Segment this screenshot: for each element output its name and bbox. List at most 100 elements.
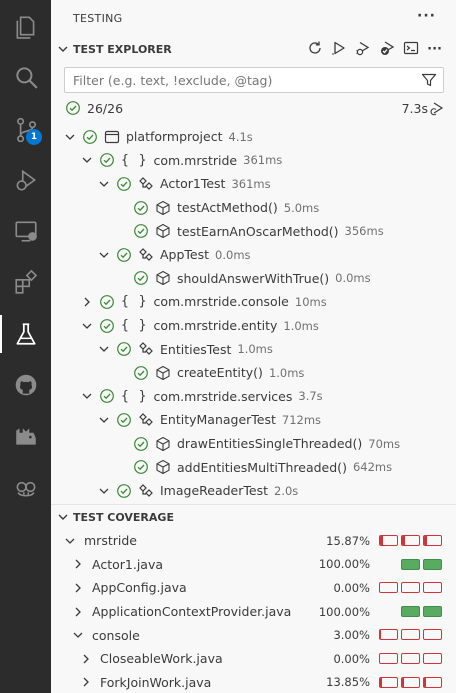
run-with-coverage-icon[interactable] [379,40,395,59]
coverage-item-label: ApplicationContextProvider.java [92,604,292,620]
activity-bar: 1 [0,0,51,693]
chevron-down-icon[interactable] [96,176,112,192]
chevron-down-icon[interactable] [79,318,95,334]
test-item-duration: 0.0ms [215,247,251,262]
debug-all-tests-icon[interactable] [355,40,371,59]
chevron-down-icon[interactable] [53,43,73,55]
coverage-row[interactable]: console 3.00% [51,623,456,647]
chevron-right-icon[interactable] [70,580,86,596]
pass-status-icon [100,153,114,168]
test-method-icon [155,223,171,239]
passed-count: 26/26 [87,100,124,116]
test-tree-item[interactable]: { } com.mrstride.entity 1.0ms [51,314,456,338]
test-method-icon [155,436,171,452]
coverage-bars [401,605,442,617]
chevron-down-icon[interactable] [79,152,95,168]
test-tree-item[interactable]: { } com.mrstride.console 10ms [51,290,456,314]
search-icon [15,67,38,89]
activity-item-run-debug[interactable] [0,157,51,203]
coverage-bar-full [423,558,442,570]
test-item-label: EntityManagerTest [160,412,276,428]
chevron-right-icon[interactable] [78,674,94,690]
activity-item-source-control[interactable]: 1 [0,106,51,152]
chevron-down-icon[interactable] [62,129,78,145]
chevron-down-icon[interactable] [96,412,112,428]
filter-funnel-icon[interactable] [421,72,437,88]
coverage-row[interactable]: CloseableWork.java 0.00% [51,647,456,671]
activity-item-docker[interactable] [0,413,51,459]
coverage-row[interactable]: Actor1.java 100.00% [51,553,456,577]
test-tree-item[interactable]: ImageReaderTest 2.0s [51,479,456,503]
activity-item-testing[interactable] [0,311,51,357]
test-tree-item[interactable]: EntitiesTest 1.0ms [51,337,456,361]
chevron-down-icon[interactable] [79,388,95,404]
test-tree-item[interactable]: drawEntitiesSingleThreaded() 70ms [51,432,456,456]
test-tree-item[interactable]: EntityManagerTest 712ms [51,408,456,432]
chevron-right-icon[interactable] [70,604,86,620]
test-item-duration: 361ms [231,176,271,191]
test-tree-item[interactable]: addEntitiesMultiThreaded() 642ms [51,455,456,479]
test-method-icon [155,365,171,381]
test-tree-item[interactable]: testEarnAnOscarMethod() 356ms [51,219,456,243]
activity-item-explorer[interactable] [0,3,51,49]
chevron-down-icon[interactable] [96,483,112,499]
coverage-bar-partial [423,676,442,688]
chevron-down-icon[interactable] [96,247,112,263]
test-tree-item[interactable]: createEntity() 1.0ms [51,361,456,385]
test-explorer-header[interactable]: TEST EXPLORER ··· [51,37,456,61]
coverage-row[interactable]: AppConfig.java 0.00% [51,576,456,600]
package-braces-icon: { } [121,152,148,168]
activity-item-search[interactable] [0,54,51,100]
chevron-right-icon[interactable] [70,556,86,572]
test-tree-item[interactable]: platformproject 4.1s [51,125,456,149]
pass-status-icon [117,413,131,427]
coverage-row[interactable]: ForkJoinWork.java 13.85% [51,671,456,693]
more-explorer-actions-icon[interactable]: ··· [427,42,442,57]
total-duration: 7.3s [401,100,428,116]
activity-item-extensions[interactable] [0,259,51,305]
test-tree-item[interactable]: AppTest 0.0ms [51,243,456,267]
coverage-bar-fill [424,677,427,687]
test-item-label: testActMethod() [177,200,278,216]
run-debug-icon [16,169,36,191]
test-item-label: createEntity() [177,365,263,381]
activity-item-remote-explorer[interactable] [0,208,51,254]
rerun-last-icon[interactable] [430,100,446,116]
filter-box [64,67,444,93]
chevron-down-icon[interactable] [70,627,86,643]
more-actions-icon[interactable]: ··· [417,8,436,24]
test-class-icon [138,412,154,428]
chevron-right-icon[interactable] [78,651,94,667]
coverage-item-label: AppConfig.java [92,580,187,596]
coverage-row[interactable]: ApplicationContextProvider.java 100.00% [51,600,456,624]
run-all-tests-icon[interactable] [331,40,347,59]
activity-item-copilot[interactable] [0,464,51,510]
coverage-bars [379,582,442,594]
test-tree-item[interactable]: { } com.mrstride.services 3.7s [51,385,456,409]
show-output-icon[interactable] [403,40,419,59]
coverage-bar-full [401,558,420,570]
chevron-down-icon[interactable] [96,341,112,357]
test-tree-item[interactable]: shouldAnswerWithTrue() 0.0ms [51,267,456,291]
test-coverage-header[interactable]: TEST COVERAGE [51,505,456,529]
coverage-item-label: CloseableWork.java [100,651,223,667]
project-window-icon [104,129,120,145]
test-tree-item[interactable]: Actor1Test 361ms [51,172,456,196]
activity-item-github[interactable] [0,362,51,408]
refresh-tests-icon[interactable] [307,40,323,59]
test-tree-item[interactable]: { } com.mrstride 361ms [51,149,456,173]
test-item-duration: 10ms [294,294,327,309]
chevron-down-icon[interactable] [53,511,73,523]
coverage-row[interactable]: mrstride 15.87% [51,529,456,553]
testing-icon [15,323,36,345]
test-item-duration: 356ms [344,224,384,239]
coverage-bar-fill [380,536,383,545]
test-filter-input[interactable] [65,68,405,92]
chevron-right-icon[interactable] [79,294,95,310]
chevron-down-icon[interactable] [62,533,78,549]
test-item-label: AppTest [160,247,210,263]
test-tree-item[interactable]: testActMethod() 5.0ms [51,196,456,220]
